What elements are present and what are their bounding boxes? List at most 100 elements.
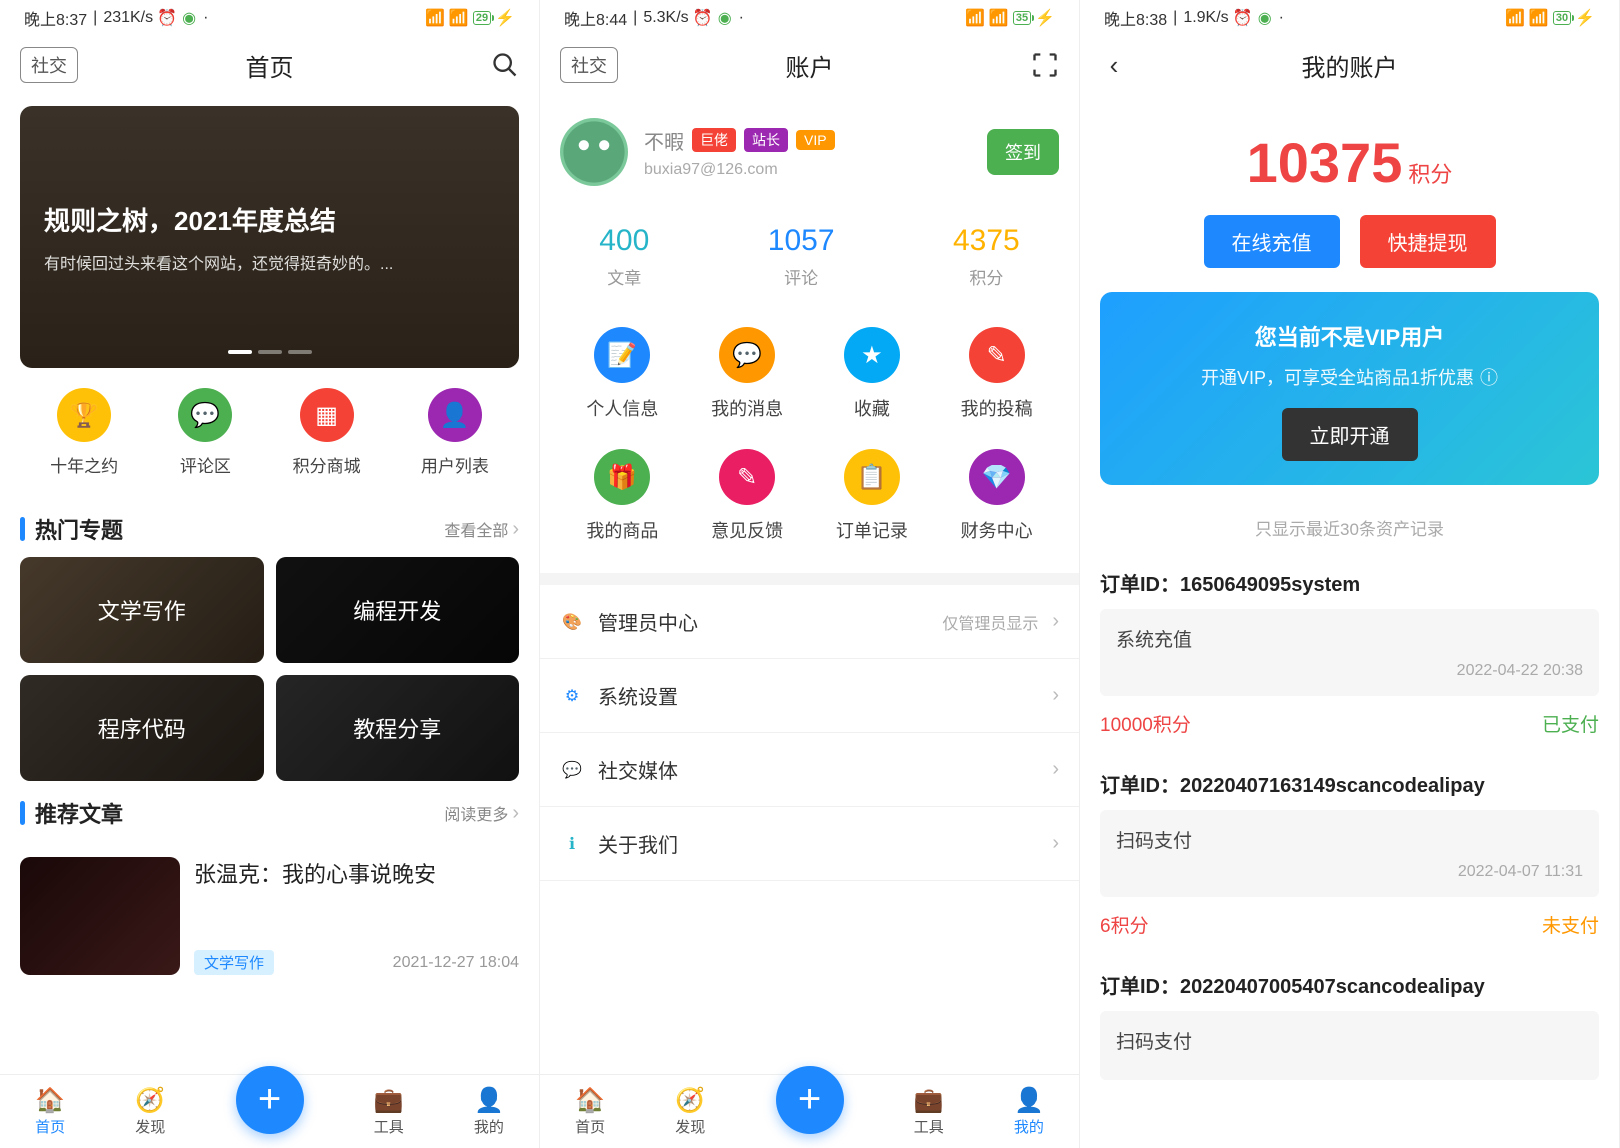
- badge: VIP: [796, 130, 835, 150]
- hero-title: 规则之树，2021年度总结: [44, 201, 495, 238]
- battery-icon: 29: [473, 11, 491, 25]
- list-social[interactable]: 💬 社交媒体 ›: [540, 733, 1079, 807]
- profile-row: 不暇 巨佬 站长 VIP buxia97@126.com 签到: [540, 94, 1079, 210]
- signal-icon: 📶: [1505, 8, 1525, 28]
- status-bar: 晚上8:37 | 231K/s ⏰ ◉ · 📶 📶 29 ⚡: [0, 0, 539, 36]
- badge: 站长: [744, 128, 788, 152]
- hero-banner[interactable]: 规则之树，2021年度总结 有时候回过头来看这个网站，还觉得挺奇妙的。...: [20, 106, 519, 368]
- nav-tools[interactable]: 💼工具: [374, 1086, 404, 1137]
- nav-mine[interactable]: 👤我的: [1014, 1086, 1044, 1137]
- stat-points[interactable]: 4375 积分: [953, 224, 1020, 289]
- topic-card[interactable]: 程序代码: [20, 675, 264, 781]
- nav-tag[interactable]: 社交: [560, 47, 618, 83]
- accent-bar: [20, 801, 25, 825]
- edit-icon: ✎: [719, 449, 775, 505]
- back-icon[interactable]: ‹: [1100, 51, 1128, 79]
- article-item[interactable]: 张温克：我的心事说晚安 文学写作 2021-12-27 18:04: [0, 841, 539, 991]
- signal-icon: 📶: [425, 8, 445, 28]
- section-header-articles: 推荐文章 阅读更多›: [0, 781, 539, 841]
- list-about[interactable]: ℹ 关于我们 ›: [540, 807, 1079, 881]
- read-more-link[interactable]: 阅读更多›: [444, 801, 519, 825]
- order-item[interactable]: 订单ID：20220407005407scancodealipay 扫码支付: [1080, 956, 1619, 1080]
- article-title: 张温克：我的心事说晚安: [194, 857, 519, 889]
- menu-orders[interactable]: 📋订单记录: [810, 449, 935, 543]
- chevron-right-icon: ›: [512, 802, 519, 825]
- section-header-topics: 热门专题 查看全部›: [0, 497, 539, 557]
- dot[interactable]: [288, 350, 312, 354]
- topic-card[interactable]: 文学写作: [20, 557, 264, 663]
- dot[interactable]: [228, 350, 252, 354]
- nav-home[interactable]: 🏠首页: [35, 1086, 65, 1137]
- screen-my-account: 晚上8:38 | 1.9K/s ⏰ ◉ · 📶 📶 30 ⚡ ‹ 我的账户 10…: [1080, 0, 1620, 1148]
- menu-favorites[interactable]: ★收藏: [810, 327, 935, 421]
- menu-submissions[interactable]: ✎我的投稿: [934, 327, 1059, 421]
- article-tag: 文学写作: [194, 950, 274, 975]
- nav-home[interactable]: 🏠首页: [575, 1086, 605, 1137]
- list-settings[interactable]: ⚙ 系统设置 ›: [540, 659, 1079, 733]
- menu-finance[interactable]: 💎财务中心: [934, 449, 1059, 543]
- status-time: 晚上8:44: [564, 6, 627, 30]
- nav-discover[interactable]: 🧭发现: [135, 1086, 165, 1137]
- recharge-button[interactable]: 在线充值: [1204, 215, 1340, 268]
- stat-comments[interactable]: 1057 评论: [768, 224, 835, 289]
- order-item[interactable]: 订单ID：20220407163149scancodealipay 扫码支付 2…: [1080, 755, 1619, 956]
- topic-grid: 文学写作 编程开发 程序代码 教程分享: [0, 557, 539, 781]
- nav-tag[interactable]: 社交: [20, 47, 78, 83]
- alarm-icon: ⏰: [695, 10, 711, 26]
- settings-list: 🎨 管理员中心 仅管理员显示 › ⚙ 系统设置 › 💬 社交媒体 › ℹ 关于我…: [540, 573, 1079, 881]
- screen-home: 晚上8:37 | 231K/s ⏰ ◉ · 📶 📶 29 ⚡ 社交 首页 规则之…: [0, 0, 540, 1148]
- topic-card[interactable]: 编程开发: [276, 557, 520, 663]
- fab-add[interactable]: +: [236, 1066, 304, 1134]
- menu-grid: 📝个人信息 💬我的消息 ★收藏 ✎我的投稿 🎁我的商品 ✎意见反馈 📋订单记录 …: [540, 317, 1079, 573]
- carousel-dots: [228, 350, 312, 354]
- home-icon: 🏠: [576, 1086, 604, 1114]
- avatar[interactable]: [560, 118, 628, 186]
- status-bar: 晚上8:44 | 5.3K/s ⏰ ◉ · 📶 📶 35 ⚡: [540, 0, 1079, 36]
- star-icon: ★: [844, 327, 900, 383]
- nav-mine[interactable]: 👤我的: [474, 1086, 504, 1137]
- nav-tools[interactable]: 💼工具: [914, 1086, 944, 1137]
- dot[interactable]: [258, 350, 282, 354]
- order-time: 2022-04-07 11:31: [1116, 863, 1583, 881]
- menu-profile[interactable]: 📝个人信息: [560, 327, 685, 421]
- fab-add[interactable]: +: [776, 1066, 844, 1134]
- quick-access-row: 🏆 十年之约 💬 评论区 ▦ 积分商城 👤 用户列表: [0, 380, 539, 497]
- status-time: 晚上8:37: [24, 6, 87, 30]
- order-item[interactable]: 订单ID：1650649095system 系统充值 2022-04-22 20…: [1080, 554, 1619, 755]
- view-all-link[interactable]: 查看全部›: [444, 517, 519, 541]
- menu-messages[interactable]: 💬我的消息: [685, 327, 810, 421]
- person-icon: 👤: [475, 1086, 503, 1114]
- signal-icon: 📶: [965, 8, 985, 28]
- article-thumbnail: [20, 857, 180, 975]
- net-speed: 1.9K/s: [1183, 9, 1228, 27]
- quick-item-ten-year[interactable]: 🏆 十年之约: [50, 388, 118, 477]
- palette-icon: 🎨: [560, 610, 584, 634]
- topic-card[interactable]: 教程分享: [276, 675, 520, 781]
- quick-item-comments[interactable]: 💬 评论区: [178, 388, 232, 477]
- alarm-icon: ⏰: [1235, 10, 1251, 26]
- nav-discover[interactable]: 🧭发现: [675, 1086, 705, 1137]
- checkin-button[interactable]: 签到: [987, 129, 1059, 175]
- stat-articles[interactable]: 400 文章: [599, 224, 649, 289]
- bottom-nav: 🏠首页 🧭发现 + 💼工具 👤我的: [540, 1074, 1079, 1148]
- quick-item-users[interactable]: 👤 用户列表: [421, 388, 489, 477]
- compass-icon: 🧭: [676, 1086, 704, 1114]
- vip-title: 您当前不是VIP用户: [1120, 320, 1579, 352]
- list-admin[interactable]: 🎨 管理员中心 仅管理员显示 ›: [540, 585, 1079, 659]
- order-status: 未支付: [1542, 911, 1599, 938]
- app-icon: ◉: [717, 10, 733, 26]
- menu-feedback[interactable]: ✎意见反馈: [685, 449, 810, 543]
- menu-products[interactable]: 🎁我的商品: [560, 449, 685, 543]
- withdraw-button[interactable]: 快捷提现: [1360, 215, 1496, 268]
- order-desc: 扫码支付: [1116, 826, 1583, 853]
- diamond-icon: 💎: [969, 449, 1025, 505]
- vip-open-button[interactable]: 立即开通: [1282, 408, 1418, 461]
- nav-bar: 社交 账户: [540, 36, 1079, 94]
- profile-icon: 📝: [594, 327, 650, 383]
- search-icon[interactable]: [491, 51, 519, 79]
- scan-icon[interactable]: [1031, 51, 1059, 79]
- order-id: 订单ID：1650649095system: [1100, 554, 1599, 609]
- quick-item-shop[interactable]: ▦ 积分商城: [293, 388, 361, 477]
- app-icon: ◉: [1257, 10, 1273, 26]
- help-icon[interactable]: ⓘ: [1480, 364, 1498, 390]
